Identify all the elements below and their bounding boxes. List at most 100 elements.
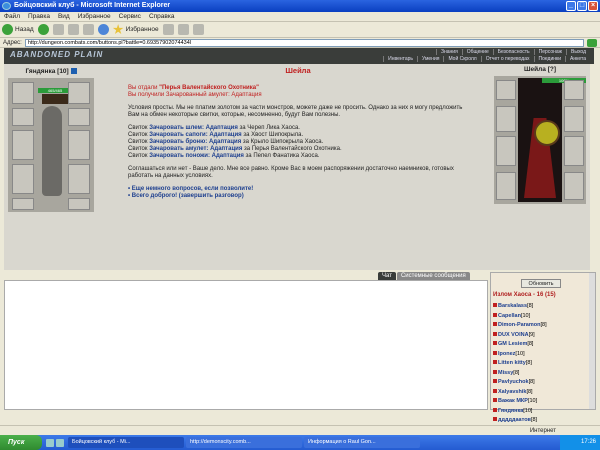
nav-transfer-report[interactable]: Отчет о переводах bbox=[480, 56, 534, 62]
home-button[interactable] bbox=[82, 24, 94, 35]
tab-system-messages[interactable]: Системные сообщения bbox=[396, 272, 470, 280]
player-name[interactable]: Гяндянка [10] bbox=[8, 68, 94, 76]
tab-chat[interactable]: Чат bbox=[378, 272, 396, 280]
history-button[interactable] bbox=[162, 24, 174, 35]
user-list-item[interactable]: Capellan[10] bbox=[493, 312, 589, 322]
received-message: Вы получили Зачарованный амулет: Адаптац… bbox=[128, 92, 262, 98]
address-label: Адрес: bbox=[3, 39, 22, 46]
taskbar-task[interactable]: http://demonscity.comb... bbox=[186, 437, 302, 448]
option-end-conversation[interactable]: • Всего доброго! (завершить разговор) bbox=[128, 193, 468, 200]
refresh-button[interactable] bbox=[67, 24, 79, 35]
leggings-slot[interactable] bbox=[68, 164, 90, 194]
clan-icon bbox=[493, 341, 497, 345]
gloves-slot[interactable] bbox=[68, 108, 90, 126]
nav-character[interactable]: Персонаж bbox=[533, 49, 566, 55]
go-button[interactable] bbox=[587, 38, 597, 47]
game-logo: ABANDONED PLAIN bbox=[10, 50, 104, 59]
clan-icon bbox=[493, 417, 497, 421]
nav-skills[interactable]: Умения bbox=[417, 56, 443, 62]
game-header: ABANDONED PLAIN Знания Общение Безопасно… bbox=[4, 48, 594, 64]
location-title: Излом Хаоса - 16 (15) bbox=[493, 292, 556, 298]
nav-row-primary: Знания Общение Безопасность Персонаж Вых… bbox=[435, 49, 590, 55]
npc-doll: 100% bbox=[494, 76, 586, 204]
menu-item-file[interactable]: Файл bbox=[4, 12, 20, 21]
back-arrow-icon bbox=[2, 24, 13, 35]
favorites-button[interactable]: Избранное bbox=[112, 24, 159, 35]
chat-tabs: Чат Системные сообщения bbox=[378, 272, 470, 280]
minimize-button[interactable]: _ bbox=[566, 1, 576, 11]
nav-my-scroll[interactable]: Мой Скролл bbox=[443, 56, 480, 62]
quick-launch-icon[interactable] bbox=[46, 438, 54, 447]
option-more-questions[interactable]: • Еще немного вопросов, если позволите! bbox=[128, 186, 468, 193]
menu-item-help[interactable]: Справка bbox=[149, 12, 175, 21]
npc-helmet-slot bbox=[496, 80, 516, 100]
nav-inventory[interactable]: Инвентарь bbox=[383, 56, 417, 62]
nav-knowledge[interactable]: Знания bbox=[435, 49, 462, 55]
clan-icon bbox=[493, 312, 497, 317]
clan-icon bbox=[493, 398, 497, 402]
menu-item-edit[interactable]: Правка bbox=[28, 12, 50, 21]
taskbar-task[interactable]: Информация о Raul Gon... bbox=[304, 437, 420, 448]
weapon-slot[interactable] bbox=[12, 130, 34, 160]
user-list-item[interactable]: Litten kitty[8] bbox=[493, 359, 589, 369]
scroll-link-helmet[interactable]: Зачаровать шлем: Адаптация bbox=[149, 125, 238, 131]
armor-slot[interactable] bbox=[12, 164, 34, 194]
scroll-link-leggings[interactable]: Зачаровать поножи: Адаптация bbox=[149, 153, 244, 159]
nav-battles[interactable]: Поединки bbox=[533, 56, 566, 62]
scroll-offer: Свиток Зачаровать амулет: Адаптация за П… bbox=[128, 146, 342, 152]
address-bar: Адрес: http://dungeon.combats.com/button… bbox=[0, 38, 600, 48]
scroll-link-amulet[interactable]: Зачаровать амулет: Адаптация bbox=[149, 146, 242, 152]
nav-exit[interactable]: Выход bbox=[566, 49, 590, 55]
earring-slot[interactable] bbox=[68, 82, 90, 104]
refresh-button[interactable]: Обновить bbox=[521, 279, 561, 288]
search-button[interactable] bbox=[97, 24, 109, 35]
user-list-item[interactable]: Missy[8] bbox=[493, 369, 589, 379]
bracer-slot[interactable] bbox=[12, 108, 34, 126]
quick-launch bbox=[46, 438, 64, 447]
user-list-item[interactable]: GM Lesiem[8] bbox=[493, 340, 589, 350]
mail-button[interactable] bbox=[177, 24, 189, 35]
user-list-item[interactable]: Важак МКР[10] bbox=[493, 397, 589, 407]
chat-log[interactable] bbox=[4, 280, 488, 410]
info-icon[interactable] bbox=[70, 68, 77, 75]
user-list-item[interactable]: Dimon-Paramon[8] bbox=[493, 321, 589, 331]
clan-icon bbox=[493, 360, 497, 364]
scroll-link-boots[interactable]: Зачаровать сапоги: Адаптация bbox=[149, 132, 241, 138]
nav-profile[interactable]: Анкета bbox=[565, 56, 590, 62]
user-list-item[interactable]: Xalyavshik[8] bbox=[493, 388, 589, 398]
nav-security[interactable]: Безопасность bbox=[492, 49, 534, 55]
npc-portrait: 100% bbox=[518, 78, 586, 202]
user-list-item[interactable]: Iponez[10] bbox=[493, 350, 589, 360]
maximize-button[interactable]: □ bbox=[577, 1, 587, 11]
clan-icon bbox=[493, 331, 497, 336]
address-input[interactable]: http://dungeon.combats.com/buttons.pl?ba… bbox=[24, 38, 584, 47]
start-button[interactable]: Пуск bbox=[0, 435, 42, 450]
window-title: Бойцовский клуб - Microsoft Internet Exp… bbox=[14, 2, 171, 9]
user-list-item[interactable]: Pavlyuchok[8] bbox=[493, 378, 589, 388]
quick-launch-icon[interactable] bbox=[56, 438, 64, 447]
menu-bar: Файл Правка Вид Избранное Сервис Справка bbox=[0, 12, 600, 22]
system-tray-clock: 17:26 bbox=[560, 435, 600, 450]
back-button[interactable]: Назад bbox=[2, 24, 34, 35]
taskbar-task[interactable]: Бойцовский клуб - Mi... bbox=[68, 437, 184, 448]
user-list-item[interactable]: Barskalass[8] bbox=[493, 302, 589, 312]
user-list-item[interactable]: DUX VOINA[9] bbox=[493, 331, 589, 341]
scroll-offer: Свиток Зачаровать шлем: Адаптация за Чер… bbox=[128, 125, 300, 131]
menu-item-tools[interactable]: Сервис bbox=[119, 12, 141, 21]
user-list-scrollbar[interactable] bbox=[589, 273, 595, 409]
close-button[interactable]: × bbox=[588, 1, 598, 11]
player-hp-bar: 465/465 bbox=[38, 88, 72, 93]
menu-item-view[interactable]: Вид bbox=[58, 12, 70, 21]
shield-slot[interactable] bbox=[68, 130, 90, 160]
helmet-slot[interactable] bbox=[12, 82, 34, 104]
nav-communication[interactable]: Общение bbox=[461, 49, 493, 55]
stop-button[interactable] bbox=[52, 24, 64, 35]
clan-icon bbox=[493, 379, 497, 383]
boots-slot[interactable] bbox=[68, 198, 90, 210]
print-button[interactable] bbox=[192, 24, 204, 35]
scroll-link-armor[interactable]: Зачаровать броню: Адаптация bbox=[149, 139, 241, 145]
user-list-item[interactable]: Гяндянка[10] bbox=[493, 407, 589, 417]
forward-button[interactable] bbox=[37, 24, 49, 35]
belt-slot[interactable] bbox=[12, 198, 34, 210]
menu-item-favorites[interactable]: Избранное bbox=[78, 12, 111, 21]
